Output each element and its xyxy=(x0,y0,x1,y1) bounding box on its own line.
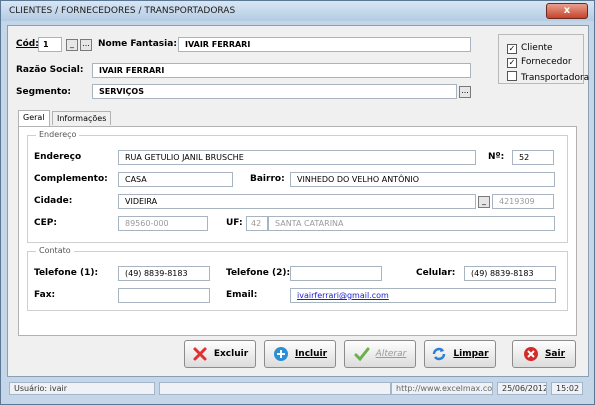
cod-label: Cód: xyxy=(16,39,39,49)
email-label: Email: xyxy=(226,290,258,300)
window-title: CLIENTES / FORNECEDORES / TRANSPORTADORA… xyxy=(9,6,236,16)
uf-name-field: SANTA CATARINA xyxy=(268,216,555,231)
sair-label: Sair xyxy=(544,349,566,359)
endereco-group: Endereço Endereço RUA GETULIO JANIL BRUS… xyxy=(27,130,568,243)
cod-field[interactable]: 1 xyxy=(38,37,62,52)
status-empty-panel xyxy=(159,382,391,395)
status-usuario: Usuário: ivair xyxy=(9,382,155,395)
endereco-group-label: Endereço xyxy=(36,130,80,139)
endereco-field[interactable]: RUA GETULIO JANIL BRUSCHE xyxy=(118,150,476,165)
check-mark-icon xyxy=(354,347,370,362)
celular-field[interactable]: (49) 8839-8183 xyxy=(464,266,556,281)
razao-social-field[interactable]: IVAIR FERRARI xyxy=(92,63,471,78)
cliente-checkbox[interactable]: ✓ Cliente xyxy=(507,43,553,54)
excluir-button[interactable]: Excluir xyxy=(184,340,256,368)
exit-icon xyxy=(523,347,538,361)
transportadora-checkbox[interactable]: Transportadora xyxy=(507,71,589,83)
limpar-button[interactable]: Limpar xyxy=(424,340,496,368)
telefone2-label: Telefone (2): xyxy=(226,268,291,278)
type-checkbox-group: ✓ Cliente ✓ Fornecedor Transportadora xyxy=(498,34,589,84)
endereco-label: Endereço xyxy=(34,152,82,162)
check-icon: ✓ xyxy=(507,58,517,68)
status-bar: Usuário: ivair http://www.excelmax.com.b… xyxy=(1,378,594,404)
status-date: 25/06/2012 xyxy=(497,382,547,395)
add-icon xyxy=(273,347,288,361)
cidade-field[interactable]: VIDEIRA xyxy=(118,194,476,209)
cidade-codigo-field: 4219309 xyxy=(492,194,554,209)
razao-social-label: Razão Social: xyxy=(16,65,84,75)
cep-label: CEP: xyxy=(34,218,57,228)
tab-informacoes[interactable]: Informações xyxy=(52,111,112,125)
telefone1-label: Telefone (1): xyxy=(34,268,99,278)
cod-nav-button[interactable]: _ xyxy=(66,39,78,51)
fax-field[interactable] xyxy=(118,288,210,303)
telefone2-field[interactable] xyxy=(290,266,382,281)
cod-search-button[interactable]: ... xyxy=(80,39,92,51)
tab-page-geral: Endereço Endereço RUA GETULIO JANIL BRUS… xyxy=(18,126,577,336)
cliente-label: Cliente xyxy=(521,43,553,53)
title-bar: CLIENTES / FORNECEDORES / TRANSPORTADORA… xyxy=(1,1,594,21)
sair-button[interactable]: Sair xyxy=(512,340,576,368)
cep-field[interactable]: 89560-000 xyxy=(118,216,208,231)
incluir-button[interactable]: Incluir xyxy=(264,340,336,368)
nome-fantasia-field[interactable]: IVAIR FERRARI xyxy=(178,37,471,52)
alterar-label: Alterar xyxy=(375,349,407,359)
celular-label: Celular: xyxy=(416,268,456,278)
cidade-label: Cidade: xyxy=(34,196,73,206)
refresh-icon xyxy=(433,347,446,361)
fornecedor-checkbox[interactable]: ✓ Fornecedor xyxy=(507,57,572,68)
complemento-field[interactable]: CASA xyxy=(118,172,233,187)
contato-group-label: Contato xyxy=(36,246,74,255)
delete-x-icon xyxy=(193,347,207,361)
close-button[interactable]: x xyxy=(546,3,588,19)
empty-checkbox-icon xyxy=(507,71,517,81)
tab-geral[interactable]: Geral xyxy=(18,110,50,126)
segmento-field[interactable]: SERVIÇOS xyxy=(92,84,457,99)
segmento-search-button[interactable]: ... xyxy=(459,86,471,98)
telefone1-field[interactable]: (49) 8839-8183 xyxy=(118,266,210,281)
incluir-label: Incluir xyxy=(294,349,328,359)
status-url: http://www.excelmax.com.br xyxy=(391,382,493,395)
contato-group: Contato Telefone (1): (49) 8839-8183 Tel… xyxy=(27,246,568,311)
transportadora-label: Transportadora xyxy=(521,73,590,83)
limpar-label: Limpar xyxy=(453,349,489,359)
numero-label: Nº: xyxy=(488,152,505,162)
cidade-search-button[interactable]: _ xyxy=(478,196,490,208)
bairro-label: Bairro: xyxy=(250,174,285,184)
window: CLIENTES / FORNECEDORES / TRANSPORTADORA… xyxy=(0,0,595,405)
excluir-label: Excluir xyxy=(213,349,249,359)
uf-code-field: 42 xyxy=(246,216,268,231)
uf-label: UF: xyxy=(226,218,243,228)
segmento-label: Segmento: xyxy=(16,87,72,97)
fornecedor-label: Fornecedor xyxy=(521,57,572,67)
numero-field[interactable]: 52 xyxy=(512,150,554,165)
form-body: Cód: 1 _ ... Nome Fantasia: IVAIR FERRAR… xyxy=(7,25,589,377)
bairro-field[interactable]: VINHEDO DO VELHO ANTÔNIO xyxy=(290,172,555,187)
check-icon: ✓ xyxy=(507,44,517,54)
email-field[interactable]: ivairferrari@gmail.com xyxy=(290,288,556,303)
complemento-label: Complemento: xyxy=(34,174,108,184)
alterar-button[interactable]: Alterar xyxy=(344,340,416,368)
fax-label: Fax: xyxy=(34,290,56,300)
status-time: 15:02 xyxy=(551,382,583,395)
nome-fantasia-label: Nome Fantasia: xyxy=(98,39,177,49)
